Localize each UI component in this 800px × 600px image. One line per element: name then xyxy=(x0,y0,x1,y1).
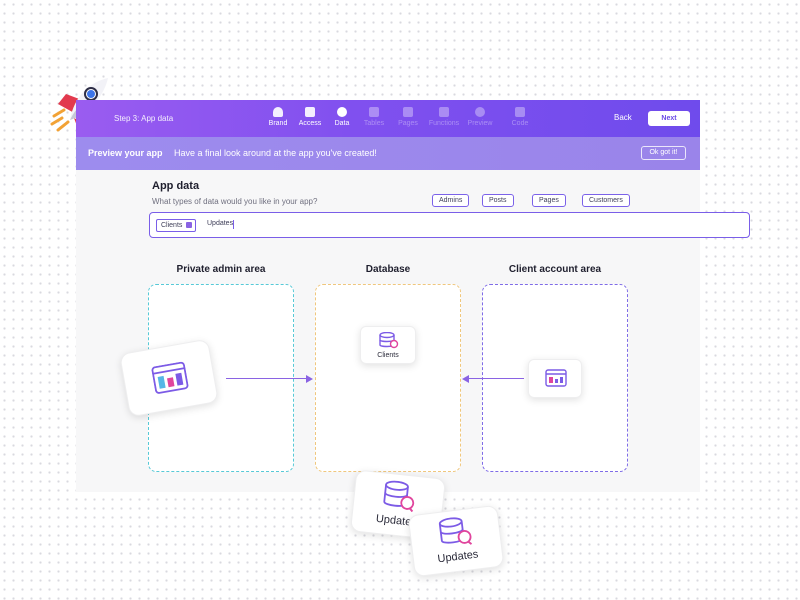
client-to-database-arrow xyxy=(468,378,524,379)
database-item-label: Clients xyxy=(377,352,399,359)
database-search-icon xyxy=(379,332,399,349)
step-functions[interactable]: Functions xyxy=(424,107,464,127)
dashboard-icon xyxy=(151,361,189,394)
database-search-icon xyxy=(438,517,473,545)
tag-chip-clients[interactable]: Clients xyxy=(156,219,197,232)
pie-icon xyxy=(337,107,347,117)
database-item-card[interactable]: Clients xyxy=(360,326,416,364)
step-preview[interactable]: Preview xyxy=(460,107,500,127)
suggestion-chip-pages[interactable]: Pages xyxy=(532,194,566,207)
preview-banner: Preview your app Have a final look aroun… xyxy=(76,137,700,170)
dashboard-icon xyxy=(545,369,567,387)
typed-value: Updates xyxy=(207,220,235,229)
table-icon xyxy=(369,107,379,117)
step-code[interactable]: Code xyxy=(500,107,540,127)
database-label: Database xyxy=(365,264,411,275)
heart-icon xyxy=(273,107,283,117)
app-data-subtitle: What types of data would you like in you… xyxy=(152,197,318,206)
step-label: Step 3: App data xyxy=(114,114,174,123)
updates-drag-card-front[interactable]: Updates xyxy=(407,504,505,578)
pages-icon xyxy=(403,107,413,117)
step-pages[interactable]: Pages xyxy=(388,107,428,127)
preview-subtitle: Have a final look around at the app you'… xyxy=(174,148,377,158)
wizard-header: Step 3: App data Brand Access Data Table… xyxy=(76,100,700,137)
arrow-head-right-icon xyxy=(306,375,313,383)
remove-tag-icon[interactable] xyxy=(186,222,193,229)
arrow-head-left-icon xyxy=(462,375,469,383)
text-caret xyxy=(233,220,235,229)
admin-to-database-arrow xyxy=(226,378,308,379)
client-account-area-label: Client account area xyxy=(508,264,602,275)
private-admin-area-label: Private admin area xyxy=(176,264,266,275)
app-data-title: App data xyxy=(152,180,200,192)
suggestion-chip-customers[interactable]: Customers xyxy=(582,194,630,207)
ok-got-it-button[interactable]: Ok got it! xyxy=(641,146,686,160)
access-icon xyxy=(305,107,315,117)
data-types-input[interactable]: Clients Updates xyxy=(149,212,750,238)
database-search-icon xyxy=(383,480,415,513)
next-button[interactable]: Next xyxy=(648,111,690,126)
updates-card-label: Updates xyxy=(436,548,480,566)
preview-title: Preview your app xyxy=(88,148,163,158)
suggestion-chip-posts[interactable]: Posts xyxy=(482,194,514,207)
database-dropzone[interactable] xyxy=(315,284,461,472)
client-widget-card[interactable] xyxy=(528,359,582,398)
preview-icon xyxy=(475,107,485,117)
function-icon xyxy=(439,107,449,117)
suggestion-chip-admins[interactable]: Admins xyxy=(432,194,470,207)
code-icon xyxy=(515,107,525,117)
back-button[interactable]: Back xyxy=(614,113,632,122)
